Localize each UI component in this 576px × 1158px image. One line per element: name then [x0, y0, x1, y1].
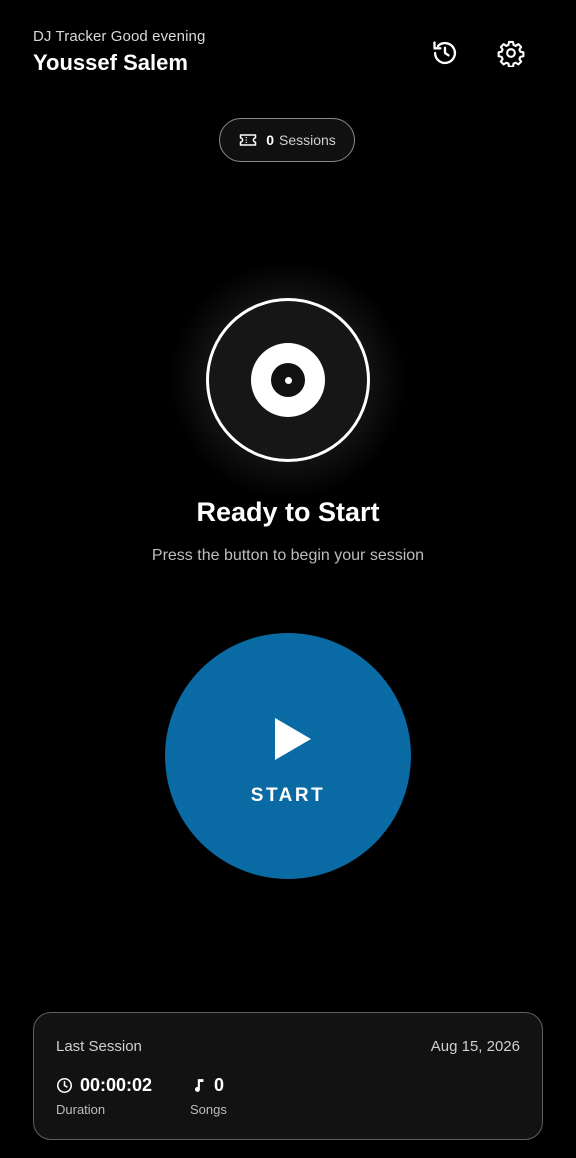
duration-value: 00:00:02 [80, 1075, 153, 1095]
duration-label: Duration [56, 1102, 106, 1117]
last-session-title: Last Session [56, 1038, 142, 1055]
last-session-card[interactable]: Last Session Aug 15, 2026 00:00:02 Durat… [33, 1012, 543, 1140]
header: DJ Tracker Good evening Youssef Salem [33, 26, 543, 86]
duration-stat: 00:00:02 Duration [56, 1075, 152, 1117]
vinyl-ring [271, 363, 305, 397]
sessions-count: 0 [266, 132, 274, 148]
history-button[interactable] [428, 36, 462, 70]
songs-value: 0 [214, 1075, 225, 1095]
start-session-button[interactable]: START [165, 633, 411, 879]
vinyl-label [251, 343, 325, 417]
user-name: Youssef Salem [33, 50, 188, 75]
app-greeting: DJ Tracker Good evening [33, 28, 206, 45]
sessions-label: Sessions [278, 132, 336, 148]
vinyl-record-icon [206, 298, 370, 462]
status-subtitle: Press the button to begin your session [151, 547, 425, 564]
last-session-date: Aug 15, 2026 [430, 1038, 520, 1055]
settings-button[interactable] [494, 36, 528, 70]
ticket-icon [239, 134, 257, 146]
start-button-label: START [250, 785, 326, 806]
songs-stat: 0 Songs [190, 1075, 227, 1117]
music-note-icon [194, 1079, 204, 1092]
history-icon [433, 41, 457, 65]
status-title: Ready to Start [196, 497, 380, 527]
sessions-count-pill[interactable]: 0 Sessions [219, 118, 355, 162]
clock-icon [56, 1077, 73, 1094]
vinyl-spindle-hole [284, 376, 292, 384]
songs-label: Songs [190, 1102, 227, 1117]
play-icon [275, 718, 311, 760]
gear-icon [497, 40, 525, 67]
